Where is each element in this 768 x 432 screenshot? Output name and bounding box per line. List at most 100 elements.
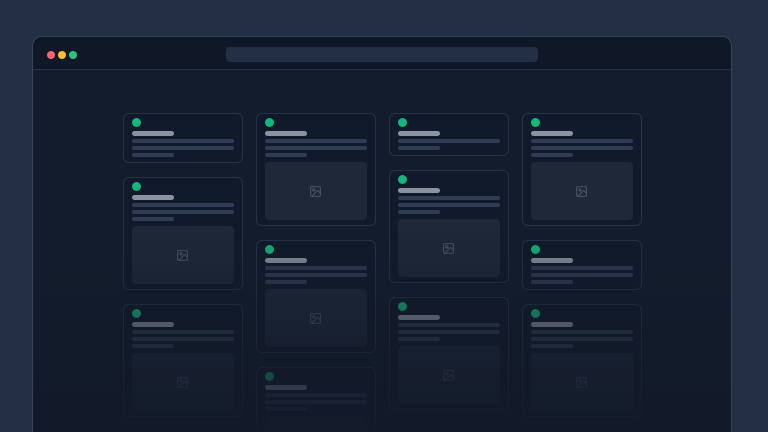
image-placeholder bbox=[531, 162, 633, 220]
skeleton-card[interactable] bbox=[256, 113, 376, 226]
text-line-placeholder bbox=[531, 146, 633, 150]
skeleton-card[interactable] bbox=[389, 297, 509, 410]
text-line-placeholder bbox=[531, 337, 633, 341]
text-line-placeholder bbox=[398, 146, 441, 150]
card-column-4 bbox=[522, 113, 642, 432]
skeleton-card[interactable] bbox=[123, 304, 243, 417]
text-line-placeholder bbox=[265, 273, 367, 277]
text-line-placeholder bbox=[398, 196, 500, 200]
browser-titlebar bbox=[33, 37, 731, 70]
title-placeholder bbox=[398, 315, 441, 320]
text-line-placeholder bbox=[265, 400, 367, 404]
text-line-placeholder bbox=[265, 407, 308, 411]
text-line-placeholder bbox=[531, 153, 574, 157]
title-placeholder bbox=[531, 258, 574, 263]
card-column-1 bbox=[123, 113, 243, 432]
image-placeholder bbox=[398, 346, 500, 404]
browser-content bbox=[33, 70, 731, 432]
image-placeholder bbox=[265, 289, 367, 347]
image-placeholder bbox=[265, 162, 367, 220]
image-placeholder bbox=[398, 219, 500, 277]
skeleton-card[interactable] bbox=[256, 240, 376, 353]
skeleton-card[interactable] bbox=[389, 113, 509, 156]
card-grid bbox=[123, 113, 642, 432]
text-line-placeholder bbox=[265, 266, 367, 270]
status-dot bbox=[531, 309, 540, 318]
text-line-placeholder bbox=[398, 323, 500, 327]
text-line-placeholder bbox=[531, 280, 574, 284]
close-window-button[interactable] bbox=[47, 51, 55, 59]
status-dot bbox=[132, 182, 141, 191]
minimize-window-button[interactable] bbox=[58, 51, 66, 59]
status-dot bbox=[265, 245, 274, 254]
image-placeholder bbox=[132, 353, 234, 411]
browser-window bbox=[32, 36, 732, 432]
text-line-placeholder bbox=[132, 203, 234, 207]
text-line-placeholder bbox=[132, 153, 175, 157]
image-icon bbox=[176, 376, 189, 389]
text-line-placeholder bbox=[531, 266, 633, 270]
text-line-placeholder bbox=[132, 344, 175, 348]
text-line-placeholder bbox=[531, 330, 633, 334]
image-icon bbox=[442, 242, 455, 255]
text-line-placeholder bbox=[132, 330, 234, 334]
window-controls bbox=[47, 51, 77, 59]
image-icon bbox=[575, 376, 588, 389]
image-icon bbox=[309, 185, 322, 198]
text-line-placeholder bbox=[132, 337, 234, 341]
text-line-placeholder bbox=[132, 217, 175, 221]
status-dot bbox=[265, 118, 274, 127]
text-line-placeholder bbox=[265, 139, 367, 143]
card-column-3 bbox=[389, 113, 509, 432]
desktop-background bbox=[0, 0, 768, 432]
skeleton-card[interactable] bbox=[522, 113, 642, 226]
image-icon bbox=[176, 249, 189, 262]
text-line-placeholder bbox=[132, 139, 234, 143]
text-line-placeholder bbox=[531, 344, 574, 348]
image-icon bbox=[309, 312, 322, 325]
skeleton-card[interactable] bbox=[389, 170, 509, 283]
status-dot bbox=[265, 372, 274, 381]
title-placeholder bbox=[132, 131, 175, 136]
skeleton-card[interactable] bbox=[123, 177, 243, 290]
text-line-placeholder bbox=[531, 139, 633, 143]
text-line-placeholder bbox=[265, 280, 308, 284]
status-dot bbox=[398, 302, 407, 311]
title-placeholder bbox=[265, 385, 308, 390]
title-placeholder bbox=[265, 258, 308, 263]
address-bar[interactable] bbox=[226, 47, 538, 62]
title-placeholder bbox=[132, 322, 175, 327]
title-placeholder bbox=[398, 131, 441, 136]
skeleton-card[interactable] bbox=[256, 367, 376, 432]
text-line-placeholder bbox=[132, 210, 234, 214]
title-placeholder bbox=[531, 322, 574, 327]
status-dot bbox=[398, 118, 407, 127]
skeleton-card[interactable] bbox=[522, 304, 642, 417]
text-line-placeholder bbox=[265, 146, 367, 150]
image-placeholder bbox=[531, 353, 633, 411]
image-icon bbox=[442, 369, 455, 382]
skeleton-card[interactable] bbox=[123, 113, 243, 163]
title-placeholder bbox=[398, 188, 441, 193]
zoom-window-button[interactable] bbox=[69, 51, 77, 59]
status-dot bbox=[531, 245, 540, 254]
status-dot bbox=[531, 118, 540, 127]
text-line-placeholder bbox=[398, 330, 500, 334]
text-line-placeholder bbox=[265, 393, 367, 397]
text-line-placeholder bbox=[398, 337, 441, 341]
text-line-placeholder bbox=[398, 139, 500, 143]
title-placeholder bbox=[265, 131, 308, 136]
image-icon bbox=[575, 185, 588, 198]
text-line-placeholder bbox=[398, 210, 441, 214]
text-line-placeholder bbox=[398, 203, 500, 207]
skeleton-card[interactable] bbox=[522, 240, 642, 290]
image-placeholder bbox=[265, 416, 367, 432]
status-dot bbox=[132, 309, 141, 318]
text-line-placeholder bbox=[531, 273, 633, 277]
text-line-placeholder bbox=[265, 153, 308, 157]
title-placeholder bbox=[531, 131, 574, 136]
image-placeholder bbox=[132, 226, 234, 284]
status-dot bbox=[132, 118, 141, 127]
status-dot bbox=[398, 175, 407, 184]
card-column-2 bbox=[256, 113, 376, 432]
